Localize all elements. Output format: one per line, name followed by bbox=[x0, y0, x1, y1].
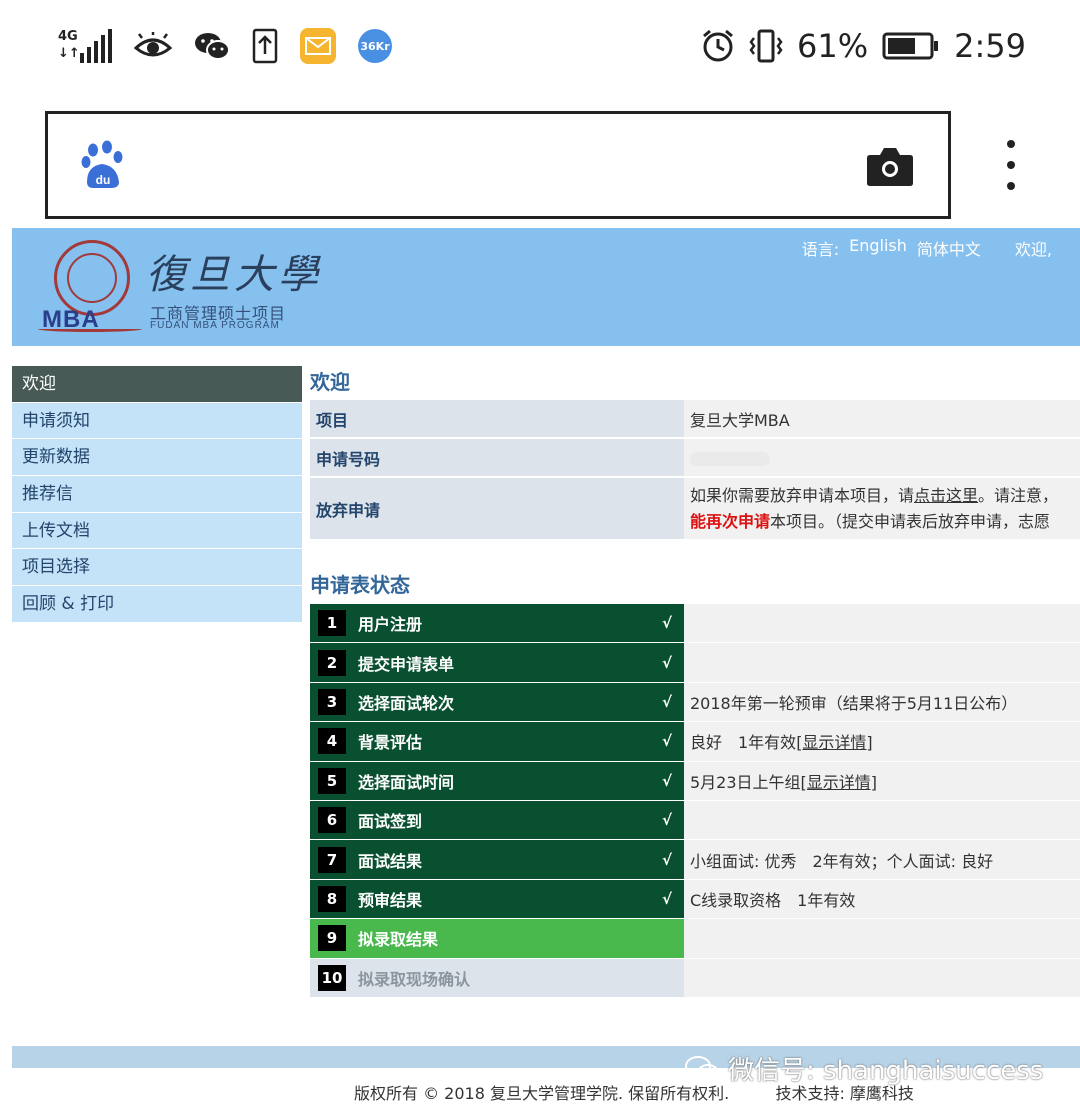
mail-icon bbox=[300, 28, 336, 64]
36kr-icon: 36Kr bbox=[358, 29, 392, 63]
status-step: 7 面试结果 √ 小组面试: 优秀 2年有效；个人面试: 良好 bbox=[310, 840, 1080, 880]
sidebar-item-instructions[interactable]: 申请须知 bbox=[12, 402, 302, 440]
signal-icon: 4G ↓↑ bbox=[58, 29, 112, 63]
withdraw-text: 如果你需要放弃申请本项目，请点击这里。请注意， 能再次申请本项目。（提交申请表后… bbox=[684, 477, 1080, 541]
sidebar-item-recommendation[interactable]: 推荐信 bbox=[12, 476, 302, 513]
check-icon: √ bbox=[661, 811, 672, 830]
welcome-title: 欢迎 bbox=[310, 370, 350, 394]
sidebar-nav: 欢迎 申请须知 更新数据 推荐信 上传文档 项目选择 回顾 & 打印 bbox=[12, 366, 302, 623]
battery-icon bbox=[882, 32, 939, 60]
camera-icon[interactable] bbox=[866, 145, 914, 187]
check-icon: √ bbox=[661, 692, 672, 711]
status-step: 5 选择面试时间 √ 5月23日上午组 [显示详情] bbox=[310, 761, 1080, 801]
status-step: 1 用户注册 √ bbox=[310, 604, 1080, 644]
main-content: 欢迎 项目 复旦大学MBA 申请号码 放弃申请 如果你需要放弃申请本项目，请点击… bbox=[310, 364, 1080, 998]
welcome-info-table: 项目 复旦大学MBA 申请号码 放弃申请 如果你需要放弃申请本项目，请点击这里。… bbox=[310, 400, 1080, 541]
wechat-icon bbox=[195, 33, 230, 60]
sidebar-item-upload[interactable]: 上传文档 bbox=[12, 512, 302, 550]
vibrate-icon bbox=[749, 29, 783, 63]
status-steps: 1 用户注册 √ 2 提交申请表单 √ 3 选择面试轮次 √ 2018年第一轮预审（结果将于… bbox=[310, 604, 1080, 998]
logo-subtitle-en: FUDAN MBA PROGRAM bbox=[150, 320, 280, 331]
network-type: 4G bbox=[58, 29, 78, 44]
check-icon: √ bbox=[661, 653, 672, 672]
tech-support: 技术支持: 摩鹰科技 bbox=[775, 1084, 914, 1103]
welcome-user: 欢迎, bbox=[1014, 240, 1052, 259]
status-step-current: 9 拟录取结果 bbox=[310, 919, 1080, 959]
fudan-seal-logo bbox=[54, 240, 130, 316]
sidebar-item-review-print[interactable]: 回顾 & 打印 bbox=[12, 586, 302, 623]
check-icon: √ bbox=[661, 732, 672, 751]
application-number bbox=[684, 438, 1080, 478]
check-icon: √ bbox=[661, 850, 672, 869]
withdraw-link[interactable]: 点击这里 bbox=[914, 486, 978, 505]
sidebar-item-update-data[interactable]: 更新数据 bbox=[12, 439, 302, 477]
footer-text: 版权所有 © 2018 复旦大学管理学院. 保留所有权利. 技术支持: 摩鹰科技 bbox=[354, 1080, 914, 1104]
site-header: MBA 復旦大學 工商管理硕士项目 FUDAN MBA PROGRAM 语言: … bbox=[12, 228, 1080, 346]
upload-icon bbox=[252, 28, 278, 64]
lang-english-link[interactable]: English bbox=[849, 236, 907, 260]
row-key: 项目 bbox=[310, 400, 684, 439]
language-label: 语言: bbox=[801, 240, 840, 259]
status-step: 4 背景评估 √ 良好 1年有效 [显示详情] bbox=[310, 722, 1080, 762]
check-icon: √ bbox=[661, 771, 672, 790]
row-key: 申请号码 bbox=[310, 438, 684, 478]
lang-chinese-link[interactable]: 简体中文 bbox=[917, 236, 981, 260]
status-step: 2 提交申请表单 √ bbox=[310, 643, 1080, 683]
row-value: 复旦大学MBA bbox=[684, 400, 1080, 439]
check-icon: √ bbox=[661, 614, 672, 633]
alarm-icon bbox=[703, 29, 733, 62]
show-details-link[interactable]: [显示详情] bbox=[801, 769, 878, 793]
clock-time: 2:59 bbox=[954, 27, 1026, 65]
table-row: 申请号码 bbox=[310, 438, 1080, 478]
header-links: 语言: English 简体中文 欢迎, bbox=[802, 236, 1052, 260]
battery-percent: 61% bbox=[797, 27, 869, 65]
sidebar-item-program[interactable]: 项目选择 bbox=[12, 549, 302, 587]
eye-icon bbox=[134, 32, 172, 57]
show-details-link[interactable]: [显示详情] bbox=[796, 729, 873, 753]
baidu-paw-icon[interactable]: du bbox=[81, 140, 127, 190]
svg-text:du: du bbox=[96, 173, 111, 187]
check-icon: √ bbox=[661, 889, 672, 908]
wechat-icon bbox=[685, 1055, 719, 1082]
sidebar-item-welcome[interactable]: 欢迎 bbox=[12, 366, 302, 403]
status-title: 申请表状态 bbox=[310, 573, 410, 597]
copyright: 版权所有 © 2018 复旦大学管理学院. 保留所有权利. bbox=[354, 1084, 730, 1103]
status-bar: 4G ↓↑ 36Kr 61% 2:59 bbox=[0, 0, 1080, 92]
table-row: 项目 复旦大学MBA bbox=[310, 400, 1080, 439]
status-step: 3 选择面试轮次 √ 2018年第一轮预审（结果将于5月11日公布） bbox=[310, 682, 1080, 723]
logo-title: 復旦大學 bbox=[146, 252, 322, 298]
browser-address-bar[interactable]: du bbox=[45, 111, 951, 219]
status-icons-right: 61% 2:59 bbox=[701, 24, 1026, 68]
status-icons-left: 4G ↓↑ 36Kr bbox=[58, 24, 392, 68]
table-row: 放弃申请 如果你需要放弃申请本项目，请点击这里。请注意， 能再次申请本项目。（提… bbox=[310, 477, 1080, 541]
status-step-pending: 10 拟录取现场确认 bbox=[310, 958, 1080, 998]
status-step: 8 预审结果 √ C线录取资格 1年有效 bbox=[310, 879, 1080, 920]
redacted-value bbox=[690, 451, 770, 466]
row-key: 放弃申请 bbox=[310, 477, 684, 541]
status-step: 6 面试签到 √ bbox=[310, 800, 1080, 841]
more-vert-icon[interactable] bbox=[1000, 140, 1022, 190]
